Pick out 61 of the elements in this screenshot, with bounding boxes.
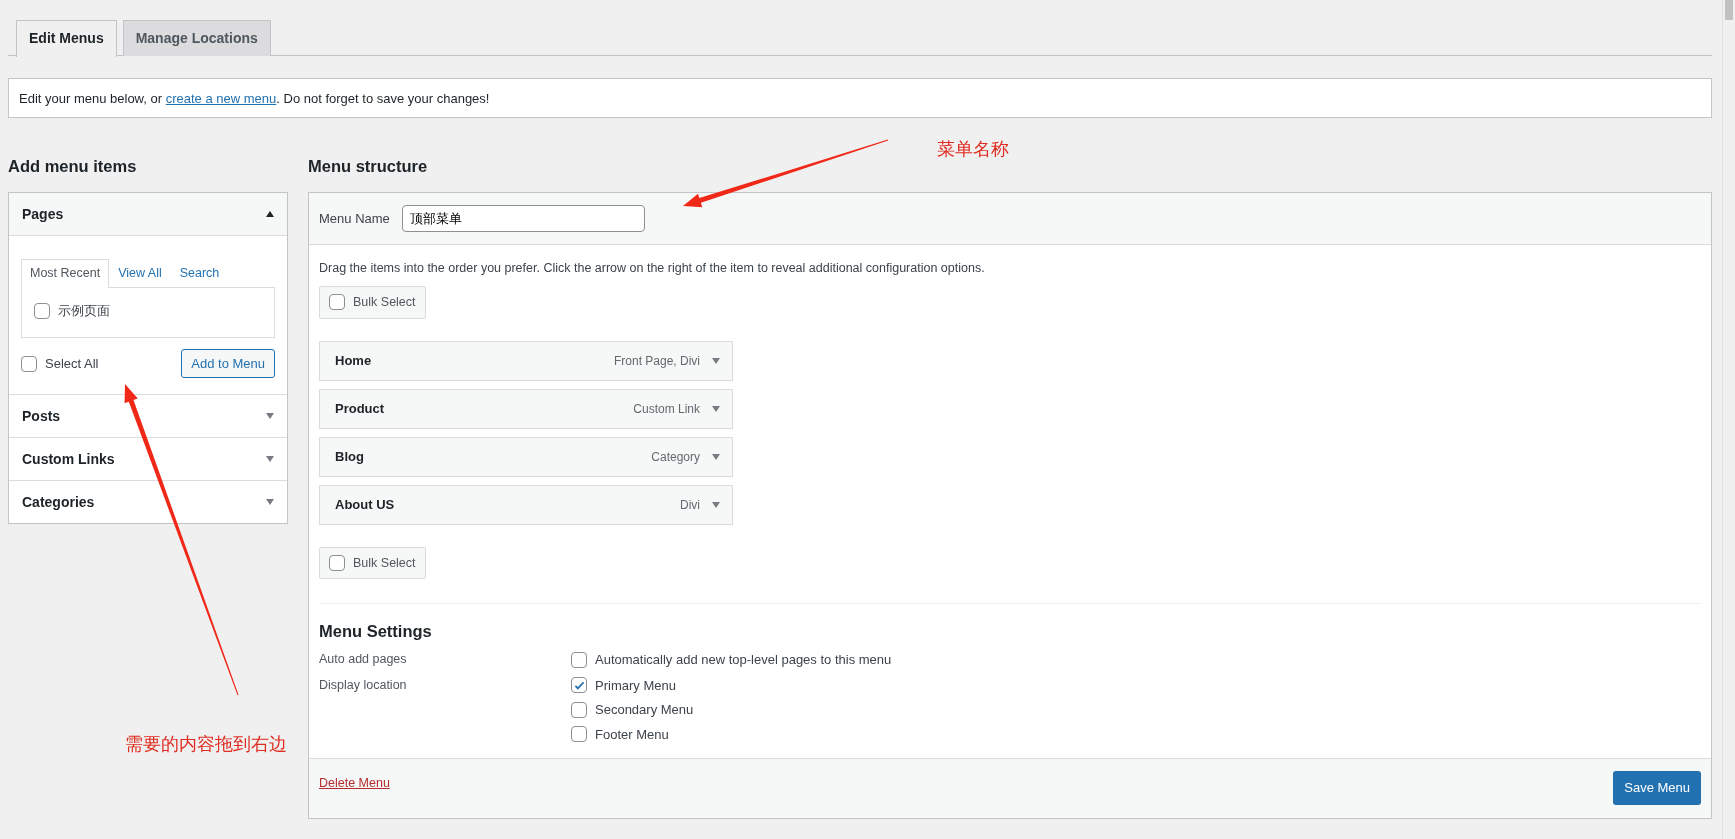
settings-heading: Menu Settings xyxy=(319,621,433,643)
tab[interactable]: Search xyxy=(170,259,229,287)
checkbox[interactable] xyxy=(329,554,345,571)
menu-item-type: Front Page, Divi xyxy=(613,352,700,370)
section-heading: Menu structure xyxy=(308,156,429,177)
expand-icon[interactable] xyxy=(266,499,274,506)
menu-item-type: Divi xyxy=(680,496,700,514)
menu-item-type: Custom Link xyxy=(633,400,700,418)
menu-item-row[interactable]: About US Divi xyxy=(319,484,733,525)
checkbox-label: Primary Menu xyxy=(595,676,676,695)
checkbox[interactable] xyxy=(571,726,587,743)
expand-icon[interactable] xyxy=(266,413,274,420)
menu-item-row[interactable]: Blog Category xyxy=(319,436,733,477)
tab[interactable]: Most Recent xyxy=(21,259,110,288)
bulk-select-button[interactable]: Bulk Select xyxy=(319,546,426,580)
expand-icon[interactable] xyxy=(712,453,720,460)
checkbox-label: Automatically add new top-level pages to this menu xyxy=(595,651,892,669)
checkbox[interactable] xyxy=(571,701,587,718)
checkbox[interactable] xyxy=(21,355,37,372)
save-menu-button[interactable]: Save Menu xyxy=(1613,771,1701,805)
field-label: Menu Name xyxy=(319,209,390,228)
accordion-title[interactable]: Categories xyxy=(22,491,95,513)
expand-icon[interactable] xyxy=(712,357,720,364)
menu-item-title: About US xyxy=(335,495,395,514)
scrollbar-thumb[interactable] xyxy=(1725,0,1733,20)
checkbox-label: Secondary Menu xyxy=(595,701,694,719)
checkbox[interactable] xyxy=(571,677,587,694)
bulk-select-button[interactable]: Bulk Select xyxy=(319,285,426,319)
annotation-text: 需要的内容拖到右边 xyxy=(125,733,287,756)
menu-item-row[interactable]: Home Front Page, Divi xyxy=(319,340,733,381)
add-to-menu-button[interactable]: Add to Menu xyxy=(181,348,275,379)
menu-item-title: Blog xyxy=(335,447,364,466)
menu-item-type: Category xyxy=(651,448,700,466)
menu-item-title: Product xyxy=(335,399,385,418)
menu-name-field[interactable]: 顶部菜单 xyxy=(401,205,645,232)
accordion-title[interactable]: Custom Links xyxy=(22,448,115,470)
accordion-title[interactable]: Pages xyxy=(22,203,64,225)
tab[interactable]: Manage Locations xyxy=(122,20,271,56)
checkbox[interactable] xyxy=(571,651,587,668)
menu-item-title: Home xyxy=(335,351,372,370)
annotation-text: 菜单名称 xyxy=(937,138,1009,161)
section-heading: Add menu items xyxy=(8,156,138,177)
checkbox[interactable] xyxy=(329,294,345,311)
tab[interactable]: Edit Menus xyxy=(16,20,117,57)
checkbox[interactable] xyxy=(34,302,50,319)
expand-icon[interactable] xyxy=(266,456,274,463)
notice-text: Edit your menu below, or create a new menu. Do not forget to save your changes! xyxy=(19,90,491,108)
instructions-text: Drag the items into the order you prefer. Click the arrow on the right of the item to reveal additional configuration options. xyxy=(319,260,986,277)
accordion-title[interactable]: Posts xyxy=(22,405,61,427)
expand-icon[interactable] xyxy=(712,405,720,412)
setting-label: Display location xyxy=(319,676,408,694)
checkbox-label: Select All xyxy=(45,354,99,373)
checkbox-label: Footer Menu xyxy=(595,725,669,744)
delete-menu-link[interactable]: Delete Menu xyxy=(319,774,390,793)
checkbox-label: 示例页面 xyxy=(58,301,110,320)
menu-item-row[interactable]: Product Custom Link xyxy=(319,388,733,429)
expand-icon[interactable] xyxy=(712,501,720,508)
setting-label: Auto add pages xyxy=(319,651,408,668)
collapse-icon[interactable] xyxy=(266,211,274,217)
tab[interactable]: View All xyxy=(109,259,171,287)
scrollbar[interactable] xyxy=(1722,0,1735,839)
